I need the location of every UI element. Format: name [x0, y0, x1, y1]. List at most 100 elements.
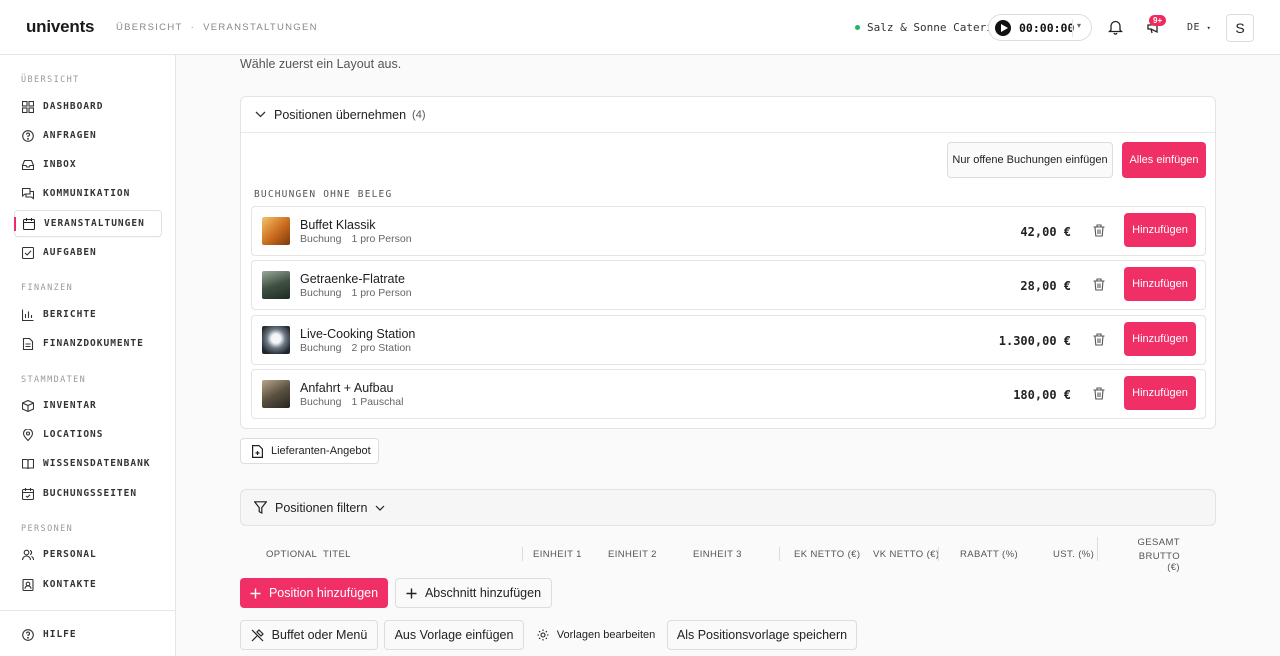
booking-row: Getraenke-Flatrate Buchung 1 pro Person 2… [251, 260, 1206, 310]
insert-from-template-button[interactable]: Aus Vorlage einfügen [384, 620, 524, 650]
sidebar-item-label: INBOX [43, 159, 77, 170]
sidebar-item-buchungsseiten[interactable]: BUCHUNGSSEITEN [14, 480, 162, 507]
sidebar-section-overview: ÜBERSICHT [21, 75, 80, 85]
bookings-without-receipt-label: BUCHUNGEN OHNE BELEG [254, 189, 393, 200]
trash-icon[interactable] [1093, 278, 1105, 296]
column-header-unit1: EINHEIT 1 [533, 549, 582, 560]
sidebar-item-locations[interactable]: LOCATIONS [14, 421, 162, 448]
breadcrumb-item-overview[interactable]: ÜBERSICHT [116, 22, 183, 33]
app-logo[interactable]: univents [26, 17, 95, 37]
sidebar-item-finanzdokumente[interactable]: FINANZDOKUMENTE [14, 330, 162, 357]
sidebar-item-label: BERICHTE [43, 309, 97, 320]
sidebar-item-label: VERANSTALTUNGEN [44, 218, 145, 229]
column-divider [779, 547, 780, 561]
sidebar: ÜBERSICHT DASHBOARD ANFRAGEN INBOX KOMMU… [0, 55, 176, 656]
contact-card-icon [22, 578, 34, 591]
add-section-button[interactable]: Abschnitt hinzufügen [395, 578, 552, 608]
sidebar-item-inbox[interactable]: INBOX [14, 151, 162, 178]
chevron-down-icon [255, 111, 266, 118]
column-header-vat: UST. (%) [1053, 549, 1095, 560]
sidebar-item-wissensdatenbank[interactable]: WISSENSDATENBANK [14, 450, 162, 477]
add-booking-button[interactable]: Hinzufügen [1124, 376, 1196, 410]
sidebar-item-label: HILFE [43, 629, 77, 640]
sidebar-item-kommunikation[interactable]: KOMMUNIKATION [14, 180, 162, 207]
positions-filter[interactable]: Positionen filtern [240, 489, 1216, 526]
booking-row: Anfahrt + Aufbau Buchung 1 Pauschal 180,0… [251, 369, 1206, 419]
sidebar-item-label: INVENTAR [43, 400, 97, 411]
add-booking-button[interactable]: Hinzufügen [1124, 213, 1196, 247]
booking-type: Buchung [300, 233, 342, 245]
column-header-vk-net: VK NETTO (€) [873, 549, 940, 560]
sidebar-item-label: FINANZDOKUMENTE [43, 338, 144, 349]
booking-type: Buchung [300, 287, 342, 299]
positions-transfer-header[interactable]: Positionen übernehmen (4) [241, 97, 1215, 133]
supplier-offer-button[interactable]: Lieferanten-Angebot [240, 438, 379, 464]
plus-icon [250, 588, 261, 598]
help-circle-icon [22, 628, 34, 641]
sidebar-item-label: DASHBOARD [43, 101, 104, 112]
booking-name: Getraenke-Flatrate [300, 272, 405, 286]
sidebar-item-hilfe[interactable]: HILFE [14, 621, 162, 648]
column-header-optional: OPTIONAL [266, 549, 318, 560]
insert-all-button[interactable]: Alles einfügen [1122, 142, 1206, 178]
play-icon[interactable] [995, 19, 1011, 36]
sidebar-item-label: BUCHUNGSSEITEN [43, 488, 138, 499]
sidebar-item-berichte[interactable]: BERICHTE [14, 301, 162, 328]
document-icon [22, 337, 34, 350]
sidebar-section-master: STAMMDATEN [21, 375, 87, 385]
insert-open-bookings-button[interactable]: Nur offene Buchungen einfügen [947, 142, 1113, 178]
sidebar-item-aufgaben[interactable]: AUFGABEN [14, 239, 162, 266]
add-booking-button[interactable]: Hinzufügen [1124, 267, 1196, 301]
breadcrumb-separator: · [190, 22, 196, 33]
booking-row: Buffet Klassik Buchung 1 pro Person 42,00… [251, 206, 1206, 256]
online-status-dot [855, 25, 860, 30]
calendar-icon [23, 217, 35, 230]
book-icon [22, 458, 34, 469]
add-booking-button[interactable]: Hinzufügen [1124, 322, 1196, 356]
add-position-label: Position hinzufügen [268, 586, 379, 600]
edit-templates-button[interactable]: Vorlagen bearbeiten [531, 620, 661, 650]
user-avatar[interactable]: S [1226, 14, 1254, 42]
sidebar-item-label: KONTAKTE [43, 579, 97, 590]
sidebar-item-label: KOMMUNIKATION [43, 188, 131, 199]
dashboard-icon [22, 100, 34, 113]
language-label: DE [1187, 22, 1201, 33]
column-header-total-gross: GESAMT BRUTTO (€) [1129, 537, 1180, 573]
save-as-template-button[interactable]: Als Positionsvorlage speichern [667, 620, 857, 650]
chat-icon [22, 187, 34, 200]
booking-price: 180,00 € [1013, 388, 1071, 402]
chevron-down-icon [375, 505, 385, 511]
checkbox-icon [22, 246, 34, 259]
positions-transfer-title: Positionen übernehmen [274, 107, 407, 122]
add-section-label: Abschnitt hinzufügen [424, 586, 542, 600]
sidebar-item-label: AUFGABEN [43, 247, 97, 258]
positions-transfer-card: Positionen übernehmen (4) Nur offene Buc… [240, 96, 1216, 429]
plus-icon [406, 588, 417, 598]
language-selector[interactable]: DE ▾ [1187, 22, 1211, 33]
sidebar-item-kontakte[interactable]: KONTAKTE [14, 571, 162, 598]
sidebar-item-dashboard[interactable]: DASHBOARD [14, 93, 162, 120]
buffet-menu-button[interactable]: Buffet oder Menü [240, 620, 378, 650]
trash-icon[interactable] [1093, 224, 1105, 242]
buffet-menu-label: Buffet oder Menü [271, 628, 368, 642]
breadcrumb-item-events[interactable]: VERANSTALTUNGEN [203, 22, 318, 33]
bell-icon[interactable] [1107, 19, 1124, 40]
layout-hint: Wähle zuerst ein Layout aus. [240, 57, 402, 71]
sidebar-item-veranstaltungen[interactable]: VERANSTALTUNGEN [14, 210, 162, 237]
column-header-unit2: EINHEIT 2 [608, 549, 657, 560]
sidebar-item-inventar[interactable]: INVENTAR [14, 392, 162, 419]
booking-name: Anfahrt + Aufbau [300, 381, 394, 395]
column-divider [938, 547, 939, 561]
trash-icon[interactable] [1093, 333, 1105, 351]
positions-count: (4) [412, 108, 426, 121]
sidebar-item-personal[interactable]: PERSONAL [14, 541, 162, 568]
chevron-down-icon[interactable]: ▾ [1077, 21, 1081, 30]
time-tracker: 00:00:00 ▾ [988, 14, 1092, 41]
timer-display: 00:00:00 [1019, 20, 1075, 35]
sidebar-item-anfragen[interactable]: ANFRAGEN [14, 122, 162, 149]
company-selector[interactable]: Salz & Sonne Catering [855, 21, 1006, 34]
top-bar: univents ÜBERSICHT · VERANSTALTUNGEN Salz … [0, 0, 1280, 55]
trash-icon[interactable] [1093, 387, 1105, 405]
add-position-button[interactable]: Position hinzufügen [240, 578, 388, 608]
company-name: Salz & Sonne Catering [867, 21, 1007, 34]
